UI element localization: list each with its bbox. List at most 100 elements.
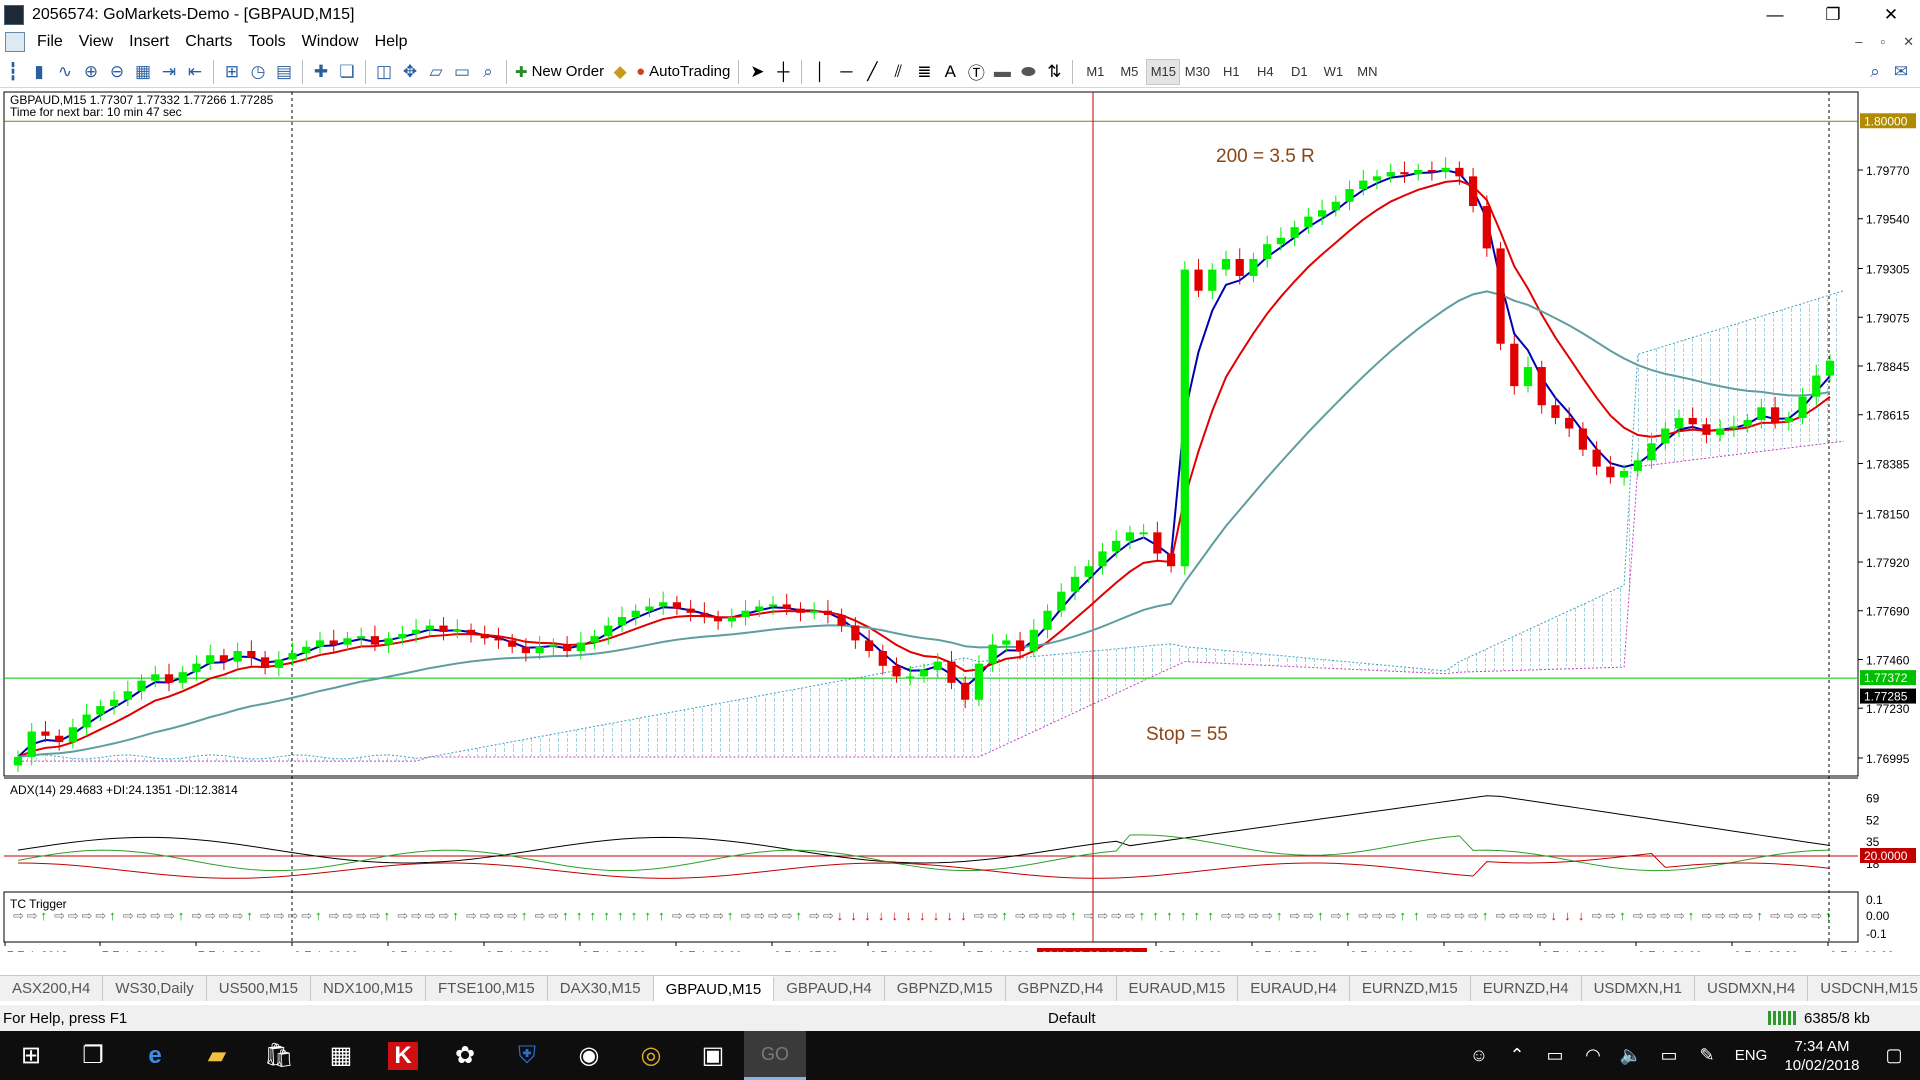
restore-button[interactable]: ❐ [1804, 0, 1862, 30]
chart-tab[interactable]: USDCNH,M15 [1808, 976, 1920, 1001]
timeframe-h4[interactable]: H4 [1248, 59, 1282, 85]
chat-icon[interactable]: ✉ [1888, 59, 1914, 85]
timeframe-mn[interactable]: MN [1350, 59, 1384, 85]
security-shield-icon[interactable]: ⛨ [496, 1031, 558, 1080]
zoom-in-icon[interactable]: ⊕ [78, 59, 104, 85]
chart-tab[interactable]: NDX100,M15 [311, 976, 427, 1001]
screenshot-tool-icon[interactable]: ▣ [682, 1031, 744, 1080]
text-label-icon[interactable]: Ⓣ [963, 59, 989, 85]
crosshair-icon[interactable]: ┼ [770, 59, 796, 85]
chart-tab[interactable]: DAX30,M15 [548, 976, 654, 1001]
candlestick-icon[interactable]: ▮ [26, 59, 52, 85]
keyboard-icon[interactable]: ▭ [1536, 1045, 1574, 1066]
timeframe-d1[interactable]: D1 [1282, 59, 1316, 85]
connection-bars-icon[interactable] [1768, 1011, 1798, 1025]
timeframe-w1[interactable]: W1 [1316, 59, 1350, 85]
chart-tab[interactable]: USDMXN,H4 [1695, 976, 1809, 1001]
chart-tab[interactable]: GBPNZD,M15 [885, 976, 1006, 1001]
search-icon[interactable]: ⌕ [1862, 59, 1888, 85]
mdi-restore-button[interactable]: ▫ [1880, 34, 1885, 50]
menu-charts[interactable]: Charts [181, 33, 244, 51]
menu-file[interactable]: File [33, 33, 75, 51]
menu-view[interactable]: View [75, 33, 125, 51]
store-icon[interactable]: 🛍 [248, 1031, 310, 1080]
battery-icon[interactable]: ▭ [1650, 1045, 1688, 1066]
gomarkets-icon[interactable]: GO [744, 1031, 806, 1080]
timeframe-m30[interactable]: M30 [1180, 59, 1214, 85]
new-order-button[interactable]: ✚ New Order [515, 58, 604, 86]
autotrading-button[interactable]: ● AutoTrading [636, 58, 730, 86]
kaspersky-icon[interactable]: K [372, 1031, 434, 1080]
folder-icon[interactable]: ▱ [423, 59, 449, 85]
horizontal-line-icon[interactable]: ─ [833, 59, 859, 85]
chart-tab[interactable]: WS30,Daily [103, 976, 207, 1001]
wifi-icon[interactable]: ◠ [1574, 1045, 1612, 1066]
indicators-icon[interactable]: ⊞ [219, 59, 245, 85]
cursor-icon[interactable]: ➤ [744, 59, 770, 85]
market-watch-icon[interactable]: ◫ [371, 59, 397, 85]
timeframe-h1[interactable]: H1 [1214, 59, 1248, 85]
chart-tab[interactable]: EURNZD,H4 [1471, 976, 1582, 1001]
chart-tab[interactable]: EURAUD,M15 [1117, 976, 1239, 1001]
profiles-icon[interactable]: ❏ [334, 59, 360, 85]
text-icon[interactable]: A [937, 59, 963, 85]
bar-chart-icon[interactable]: ┇ [0, 59, 26, 85]
fibonacci-icon[interactable]: ≣ [911, 59, 937, 85]
chart-tab[interactable]: ASX200,H4 [0, 976, 104, 1001]
edge-icon[interactable]: e [124, 1031, 186, 1080]
task-view-icon[interactable]: ❐ [62, 1031, 124, 1080]
chart-tab[interactable]: USDMXN,H1 [1582, 976, 1695, 1001]
timeframe-m5[interactable]: M5 [1112, 59, 1146, 85]
menu-window[interactable]: Window [298, 33, 371, 51]
line-chart-icon[interactable]: ∿ [52, 59, 78, 85]
calculator-icon[interactable]: ▦ [310, 1031, 372, 1080]
timeframe-m15[interactable]: M15 [1146, 58, 1181, 85]
people-icon[interactable]: ☺ [1460, 1045, 1498, 1066]
menu-tools[interactable]: Tools [244, 33, 297, 51]
chart-tab[interactable]: EURAUD,H4 [1238, 976, 1350, 1001]
tile-windows-icon[interactable]: ▦ [130, 59, 156, 85]
start-icon[interactable]: ⊞ [0, 1031, 62, 1080]
stop-annotation[interactable]: Stop = 55 [1146, 724, 1228, 745]
zoom-out-icon[interactable]: ⊖ [104, 59, 130, 85]
volume-icon[interactable]: 🔈 [1612, 1045, 1650, 1066]
chart-shift-icon[interactable]: ⇤ [182, 59, 208, 85]
autoscroll-icon[interactable]: ⇥ [156, 59, 182, 85]
minimize-button[interactable]: — [1746, 0, 1804, 30]
chart-tab[interactable]: GBPNZD,H4 [1006, 976, 1117, 1001]
chart-tab[interactable]: US500,M15 [207, 976, 311, 1001]
chart-tab[interactable]: GBPAUD,H4 [774, 976, 885, 1001]
chrome-icon[interactable]: ◎ [620, 1031, 682, 1080]
clock[interactable]: 7:34 AM 10/02/2018 [1776, 1037, 1868, 1075]
menu-help[interactable]: Help [371, 33, 420, 51]
trendline-icon[interactable]: ╱ [859, 59, 885, 85]
mdi-minimize-button[interactable]: – [1855, 34, 1862, 50]
paint-icon[interactable]: ✿ [434, 1031, 496, 1080]
chevron-up-icon[interactable]: ⌃ [1498, 1045, 1536, 1066]
arrows-icon[interactable]: ⇅ [1041, 59, 1067, 85]
target-annotation[interactable]: 200 = 3.5 R [1216, 146, 1315, 167]
chart-tab[interactable]: GBPAUD,M15 [653, 976, 775, 1001]
vertical-line-icon[interactable]: │ [807, 59, 833, 85]
rectangle-icon[interactable]: ▬ [989, 59, 1015, 85]
mdi-close-button[interactable]: ✕ [1903, 34, 1914, 50]
equidistant-channel-icon[interactable]: ⫽ [885, 59, 911, 85]
terminal-icon[interactable]: ▭ [449, 59, 475, 85]
close-button[interactable]: ✕ [1862, 0, 1920, 30]
language-indicator[interactable]: ENG [1726, 1047, 1776, 1064]
file-explorer-icon[interactable]: ▰ [186, 1031, 248, 1080]
chart-tab[interactable]: FTSE100,M15 [426, 976, 548, 1001]
tester-icon[interactable]: ⌕ [475, 59, 501, 85]
new-chart-icon[interactable]: ✚ [308, 59, 334, 85]
periods-icon[interactable]: ◷ [245, 59, 271, 85]
navigator-icon[interactable]: ✥ [397, 59, 423, 85]
notifications-icon[interactable]: ▢ [1868, 1045, 1920, 1066]
chart-canvas[interactable]: ⇨ ⇨ ↑ ⇨ ⇨ ⇨ ⇨ ↑ ⇨ ⇨ ⇨ ⇨ ↑ ⇨ ⇨ ⇨ ⇨ ↑ ⇨ ⇨ ⇨ ⇨ ↑ ⇨ ⇨ ⇨ ⇨ ↑ ⇨ ⇨ ⇨ ⇨ ↑ ⇨ ⇨ ⇨ ⇨ ↑ ⇨ ⇨… [0, 90, 1920, 952]
chart-tab[interactable]: EURNZD,M15 [1350, 976, 1471, 1001]
camera-icon[interactable]: ◉ [558, 1031, 620, 1080]
chart-window[interactable]: ⇨ ⇨ ↑ ⇨ ⇨ ⇨ ⇨ ↑ ⇨ ⇨ ⇨ ⇨ ↑ ⇨ ⇨ ⇨ ⇨ ↑ ⇨ ⇨ ⇨ ⇨ ↑ ⇨ ⇨ ⇨ ⇨ ↑ ⇨ ⇨ ⇨ ⇨ ↑ ⇨ ⇨ ⇨ ⇨ ↑ ⇨ ⇨… [0, 90, 1920, 952]
metaeditor-icon[interactable]: ◆ [607, 59, 633, 85]
pen-icon[interactable]: ✎ [1688, 1045, 1726, 1066]
timeframe-m1[interactable]: M1 [1078, 59, 1112, 85]
ellipse-icon[interactable]: ⬬ [1015, 59, 1041, 85]
